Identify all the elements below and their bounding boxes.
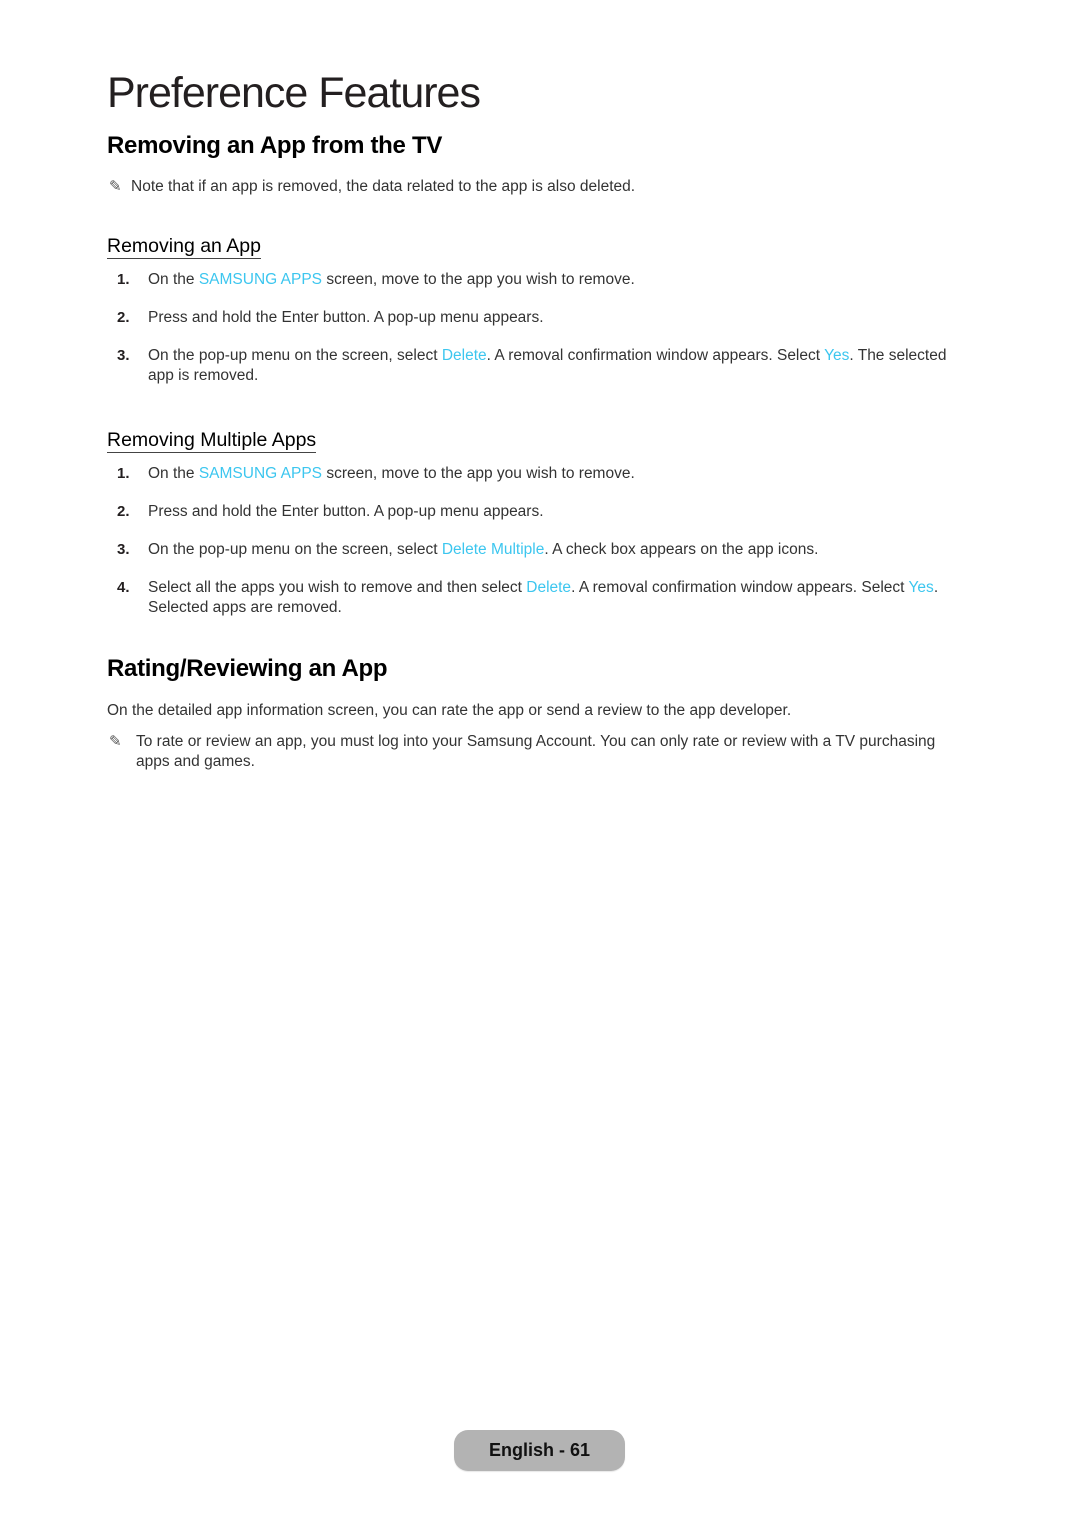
page-number-badge: English - 61 bbox=[454, 1430, 625, 1471]
step-text: screen, move to the app you wish to remo… bbox=[322, 465, 635, 482]
section-heading-rating-reviewing: Rating/Reviewing an App bbox=[107, 655, 388, 682]
step-number: 2. bbox=[117, 503, 130, 520]
highlighted-term: Delete Multiple bbox=[441, 541, 545, 558]
note-text: To rate or review an app, you must log i… bbox=[136, 733, 936, 770]
page-number-label: English - 61 bbox=[488, 1440, 591, 1460]
step-number: 3. bbox=[117, 347, 130, 364]
step-item: 3. On the pop-up menu on the screen, sele… bbox=[107, 346, 957, 386]
highlighted-term: Delete bbox=[441, 347, 487, 364]
step-text: Press and hold the Enter button. A pop-u… bbox=[148, 503, 544, 520]
section-heading-removing-app-from-tv: Removing an App from the TV bbox=[107, 132, 443, 159]
step-text: Select all the apps you wish to remove a… bbox=[148, 579, 527, 596]
highlighted-term: Delete bbox=[526, 579, 572, 596]
step-text: Press and hold the Enter button. A pop-u… bbox=[148, 309, 544, 326]
highlighted-term: SAMSUNG APPS bbox=[198, 465, 323, 482]
step-number: 3. bbox=[117, 541, 130, 558]
step-number: 4. bbox=[117, 579, 130, 596]
step-text: . A check box appears on the app icons. bbox=[544, 541, 819, 558]
pencil-note-icon: ✎ bbox=[109, 733, 122, 750]
step-item: 1. On the SAMSUNG APPS screen, move to th… bbox=[107, 464, 957, 484]
step-text: On the pop-up menu on the screen, select bbox=[148, 541, 442, 558]
step-text: On the bbox=[148, 465, 199, 482]
step-item: 3. On the pop-up menu on the screen, sele… bbox=[107, 540, 957, 560]
step-item: 2. Press and hold the Enter button. A pop… bbox=[107, 308, 957, 328]
highlighted-term: SAMSUNG APPS bbox=[198, 271, 323, 288]
steps-removing-an-app: 1. On the SAMSUNG APPS screen, move to th… bbox=[107, 270, 957, 404]
highlighted-term: Yes bbox=[908, 579, 934, 596]
step-number: 1. bbox=[117, 465, 130, 482]
step-text: . A removal confirmation window appears.… bbox=[486, 347, 825, 364]
step-text: On the pop-up menu on the screen, select bbox=[148, 347, 442, 364]
step-text: On the bbox=[148, 271, 199, 288]
step-number: 1. bbox=[117, 271, 130, 288]
step-item: 2. Press and hold the Enter button. A pop… bbox=[107, 502, 957, 522]
step-number: 2. bbox=[117, 309, 130, 326]
pencil-note-icon: ✎ bbox=[109, 178, 122, 195]
highlighted-term: Yes bbox=[824, 347, 850, 364]
rating-paragraph: On the detailed app information screen, … bbox=[107, 702, 792, 719]
steps-removing-multiple-apps: 1. On the SAMSUNG APPS screen, move to th… bbox=[107, 464, 957, 636]
subheading-removing-multiple-apps: Removing Multiple Apps bbox=[107, 429, 317, 453]
note-text: Note that if an app is removed, the data… bbox=[131, 178, 636, 195]
step-text: screen, move to the app you wish to remo… bbox=[322, 271, 635, 288]
note-samsung-account: ✎ To rate or review an app, you must log … bbox=[109, 732, 956, 772]
note-removal-data: ✎ Note that if an app is removed, the dat… bbox=[109, 177, 949, 197]
subheading-removing-an-app: Removing an App bbox=[107, 235, 261, 259]
page-title: Preference Features bbox=[107, 69, 481, 117]
step-item: 4. Select all the apps you wish to remove… bbox=[107, 578, 957, 618]
step-text: . A removal confirmation window appears.… bbox=[571, 579, 909, 596]
step-item: 1. On the SAMSUNG APPS screen, move to th… bbox=[107, 270, 957, 290]
